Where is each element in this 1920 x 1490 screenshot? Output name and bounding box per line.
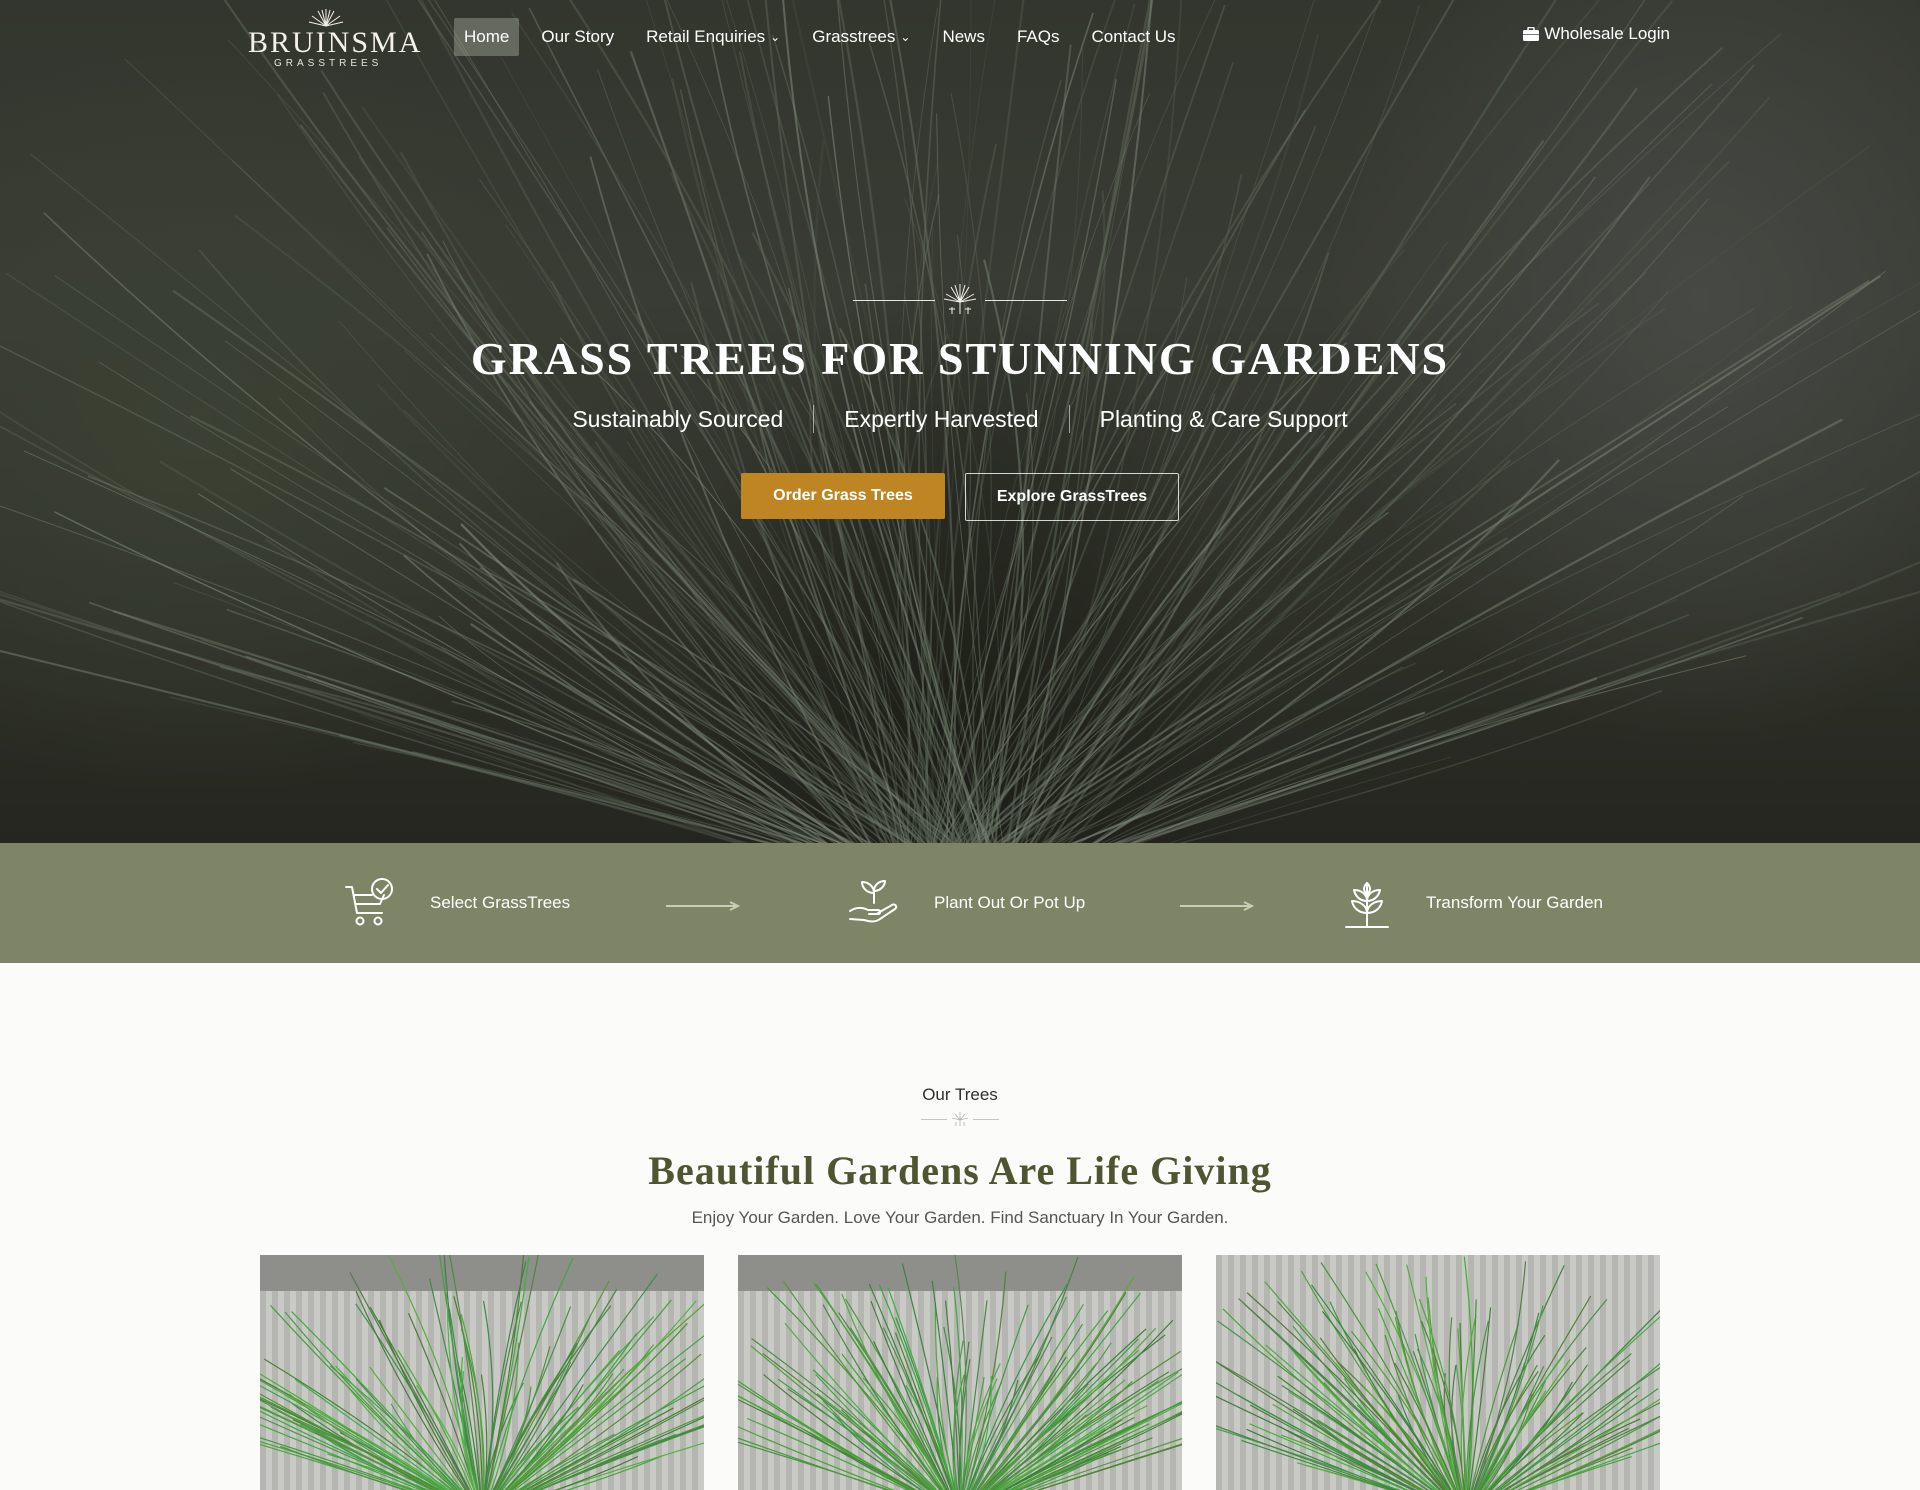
- step-label: Transform Your Garden: [1426, 893, 1604, 912]
- wholesale-login-link[interactable]: Wholesale Login: [1523, 24, 1670, 44]
- explore-grasstrees-button[interactable]: Explore GrassTrees: [965, 473, 1179, 521]
- order-grass-trees-button[interactable]: Order Grass Trees: [741, 473, 945, 519]
- fence-rib: [1600, 1255, 1606, 1490]
- nav-label: Our Story: [541, 27, 615, 46]
- nav-item-faqs[interactable]: FAQs: [1007, 18, 1070, 56]
- divider-line: [853, 299, 935, 301]
- nav-label: Home: [464, 27, 510, 46]
- nav-label: Contact Us: [1091, 27, 1176, 46]
- step-label: Plant Out Or Pot Up: [934, 893, 1086, 912]
- nav-label: Grasstrees: [812, 27, 896, 46]
- login-label: Wholesale Login: [1544, 24, 1670, 43]
- brand-name: BRUINSMA: [248, 26, 423, 59]
- fence-rib: [846, 1291, 852, 1490]
- grass-tree-mark-icon: [951, 1112, 969, 1126]
- feature-text: Expertly Harvested: [844, 405, 1039, 432]
- main-menu: Home Our Story Retail Enquiries ⌄ Grasstr…: [454, 18, 1198, 56]
- cart-check-icon: [345, 878, 393, 926]
- hero-banner: BRUINSMA GRASSTREES Home Our Story Retai…: [0, 0, 1920, 843]
- wall-top: [738, 1255, 1182, 1291]
- divider-line: [921, 1118, 947, 1120]
- fence-rib: [1264, 1255, 1270, 1490]
- hero-headline: GRASS TREES FOR STUNNING GARDENS: [470, 333, 1450, 384]
- nav-label: News: [942, 27, 985, 46]
- fence-rib: [1324, 1255, 1330, 1490]
- fence-rib: [260, 1291, 266, 1490]
- arrow-right-icon: [666, 901, 740, 911]
- top-navigation: BRUINSMA GRASSTREES Home Our Story Retai…: [0, 0, 1920, 72]
- step-plant: Plant Out Or Pot Up: [848, 843, 1085, 963]
- fence-rib: [1252, 1255, 1258, 1490]
- nav-item-grasstrees[interactable]: Grasstrees ⌄: [802, 18, 920, 56]
- section-eyebrow: Our Trees: [922, 1085, 998, 1104]
- wall-top: [260, 1255, 704, 1291]
- section-divider: [0, 1111, 1920, 1127]
- tree-card[interactable]: [738, 1255, 1182, 1490]
- divider-line: [973, 1118, 999, 1120]
- hero-buttons: Order Grass Trees Explore GrassTrees: [0, 473, 1920, 521]
- section-subtitle: Enjoy Your Garden. Love Your Garden. Fin…: [691, 1208, 1229, 1227]
- fence-rib: [1636, 1255, 1642, 1490]
- fence-rib: [822, 1291, 828, 1490]
- tree-card[interactable]: [1216, 1255, 1660, 1490]
- feature-text: Sustainably Sourced: [572, 405, 784, 432]
- feature-text: Planting & Care Support: [1099, 405, 1348, 432]
- nav-item-contact-us[interactable]: Contact Us: [1081, 18, 1185, 56]
- step-select: Select GrassTrees: [344, 843, 570, 963]
- section-title: Beautiful Gardens Are Life Giving: [648, 1148, 1272, 1193]
- briefcase-icon: [1523, 27, 1540, 41]
- brand-logo[interactable]: BRUINSMA GRASSTREES: [248, 8, 420, 69]
- fence-rib: [738, 1291, 744, 1490]
- nav-item-our-story[interactable]: Our Story: [531, 18, 624, 56]
- chevron-down-icon: ⌄: [900, 30, 911, 44]
- brand-tagline: GRASSTREES: [274, 58, 383, 69]
- grass-tree-photo: [1216, 1255, 1660, 1490]
- step-label: Select GrassTrees: [430, 893, 571, 912]
- nav-label: FAQs: [1016, 27, 1060, 46]
- chevron-down-icon: ⌄: [770, 30, 781, 44]
- plant-growth-icon: [1345, 882, 1389, 928]
- fence-rib: [1276, 1255, 1282, 1490]
- fence-rib: [1240, 1255, 1246, 1490]
- feature-separator: [1068, 405, 1070, 433]
- fence-rib: [762, 1291, 768, 1490]
- nav-label: Retail Enquiries: [646, 27, 766, 46]
- hero-features: Sustainably Sourced Expertly Harvested P…: [0, 405, 1920, 433]
- hero-content: GRASS TREES FOR STUNNING GARDENS Sustain…: [0, 280, 1920, 521]
- hand-seedling-icon: [849, 880, 898, 923]
- hero-divider: [0, 280, 1920, 320]
- process-steps-band: Select GrassTrees Plant Out Or Pot Up Tr…: [0, 843, 1920, 963]
- fence-rib: [668, 1291, 674, 1490]
- fence-rib: [1146, 1291, 1152, 1490]
- tree-cards: [260, 1255, 1660, 1490]
- grass-tree-photo: [738, 1255, 1182, 1490]
- tree-card[interactable]: [260, 1255, 704, 1490]
- divider-line: [985, 299, 1067, 301]
- step-transform: Transform Your Garden: [1342, 843, 1603, 963]
- our-trees-section: Our Trees Beautiful Gardens Are Life Giv…: [0, 963, 1920, 1490]
- nav-item-news[interactable]: News: [932, 18, 995, 56]
- nav-item-home[interactable]: Home: [454, 18, 520, 56]
- arrow-right-icon: [1180, 901, 1254, 911]
- logo-burst-icon: [308, 9, 344, 27]
- feature-separator: [813, 405, 815, 433]
- fence-rib: [774, 1291, 780, 1490]
- nav-item-retail-enquiries[interactable]: Retail Enquiries ⌄: [636, 18, 790, 56]
- fence-rib: [1216, 1255, 1222, 1490]
- grass-tree-mark-icon: [943, 284, 977, 314]
- fence-rib: [332, 1291, 338, 1490]
- grass-tree-photo: [260, 1255, 704, 1490]
